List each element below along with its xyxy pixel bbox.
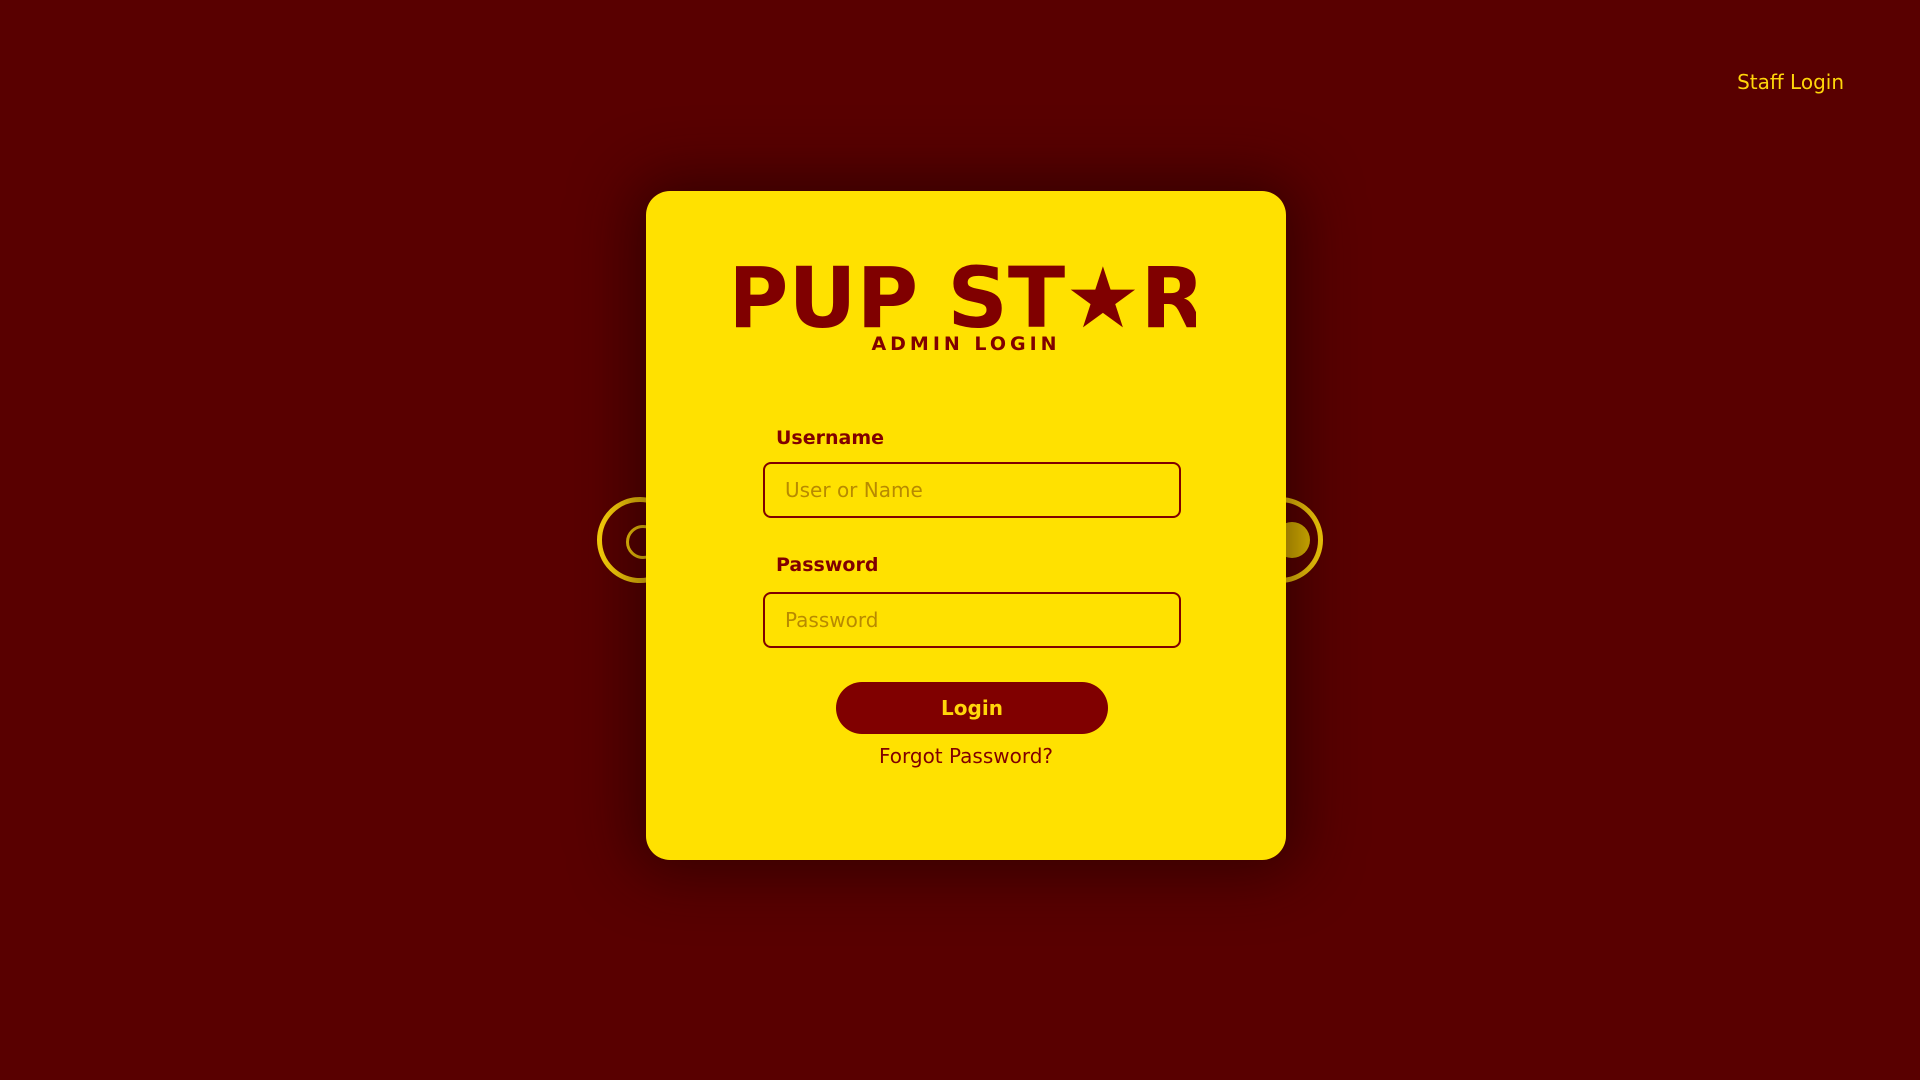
username-input[interactable] (763, 462, 1181, 518)
staff-login-link[interactable]: Staff Login (1737, 70, 1844, 94)
login-button[interactable]: Login (836, 682, 1108, 734)
page-subtitle: ADMIN LOGIN (871, 333, 1061, 355)
logo-wordmark: PUP ST★R (736, 255, 1196, 335)
forgot-password-link[interactable]: Forgot Password? (646, 744, 1286, 768)
login-card: PUP ST★R ADMIN LOGIN Username Password L… (646, 191, 1286, 860)
password-label: Password (776, 554, 879, 576)
password-input[interactable] (763, 592, 1181, 648)
username-label: Username (776, 427, 885, 449)
logo-text: PUP ST★R (736, 255, 1196, 335)
logo: PUP ST★R (646, 255, 1286, 335)
login-page: Staff Login PUP ST★R ADMIN LOGIN Usernam… (0, 0, 1920, 1080)
